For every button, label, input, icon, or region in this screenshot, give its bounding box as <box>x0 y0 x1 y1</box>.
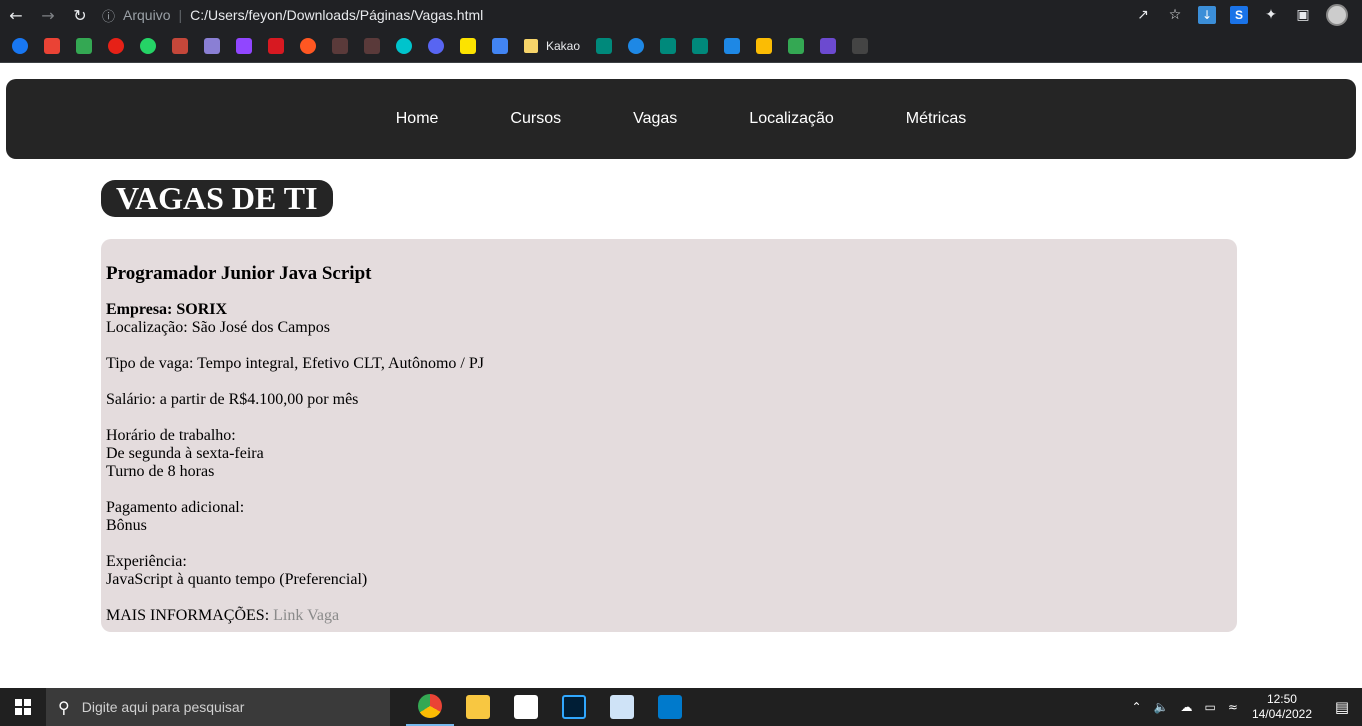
job-schedule-shift: Turno de 8 horas <box>106 463 215 480</box>
taskbar-app-explorer[interactable] <box>454 688 502 726</box>
nav-link-vagas[interactable]: Vagas <box>633 110 677 128</box>
job-location: Localização: São José dos Campos <box>106 319 330 336</box>
taskbar-app-store[interactable] <box>502 688 550 726</box>
store-icon <box>514 695 538 719</box>
cloud-error-icon[interactable]: ☁ <box>1181 700 1193 714</box>
clock-date: 14/04/2022 <box>1251 707 1312 721</box>
job-experience-label: Experiência: <box>106 553 187 570</box>
nav-link-metricas[interactable]: Métricas <box>906 110 966 128</box>
taskbar-search[interactable]: ⚲ Digite aqui para pesquisar <box>46 688 390 726</box>
job-title: Programador Junior Java Script <box>106 263 372 284</box>
youtube-bookmark-icon[interactable] <box>108 38 124 54</box>
gmail-bookmark-icon[interactable] <box>44 38 60 54</box>
taskbar-app-vscode[interactable] <box>646 688 694 726</box>
bookmark-folder-label: Kakao <box>546 39 581 53</box>
app-bookmark-icon[interactable] <box>172 38 188 54</box>
job-salary: Salário: a partir de R$4.100,00 por mês <box>106 391 359 408</box>
app-bookmark-icon[interactable] <box>596 38 613 54</box>
job-schedule-days: De segunda à sexta-feira <box>106 445 264 462</box>
browser-toolbar: ← → ↻ ⓘ Arquivo | C:/Users/feyon/Downloa… <box>0 0 1362 30</box>
twitch-bookmark-icon[interactable] <box>236 38 252 54</box>
nav-link-cursos[interactable]: Cursos <box>510 110 561 128</box>
address-bar[interactable]: ⓘ Arquivo | C:/Users/feyon/Downloads/Pág… <box>102 6 483 25</box>
download-extension-icon[interactable]: ↓ <box>1198 6 1216 24</box>
chevron-up-icon[interactable]: ⌃ <box>1132 700 1142 714</box>
app-bookmark-icon[interactable] <box>660 38 677 54</box>
taskbar-clock[interactable]: 12:50 14/04/2022 <box>1252 692 1312 722</box>
app-bookmark-icon[interactable] <box>204 38 220 54</box>
job-company: Empresa: SORIX <box>106 301 228 318</box>
nav-link-localizacao[interactable]: Localização <box>749 110 834 128</box>
info-icon[interactable]: ⓘ <box>102 6 115 25</box>
app-bookmark-icon[interactable] <box>364 38 380 54</box>
paint-icon <box>610 695 634 719</box>
job-schedule-label: Horário de trabalho: <box>106 427 236 444</box>
photoshop-icon <box>562 695 586 719</box>
vscode-icon <box>658 695 682 719</box>
side-panel-icon[interactable]: ▣ <box>1294 6 1312 24</box>
job-link[interactable]: Link Vaga <box>273 607 339 624</box>
share-icon[interactable]: ↗ <box>1134 6 1152 24</box>
bookmark-folder-kakao[interactable]: Kakao <box>524 39 580 53</box>
start-button[interactable] <box>0 688 46 726</box>
app-bookmark-icon[interactable] <box>460 38 476 54</box>
app-bookmark-icon[interactable] <box>756 38 773 54</box>
page-title: VAGAS DE TI <box>101 180 333 217</box>
forward-icon[interactable]: → <box>32 2 64 28</box>
whatsapp-bookmark-icon[interactable] <box>140 38 156 54</box>
taskbar-app-photoshop[interactable] <box>550 688 598 726</box>
reload-icon[interactable]: ↻ <box>64 2 96 28</box>
chrome-icon <box>418 694 442 718</box>
back-icon[interactable]: ← <box>0 2 32 28</box>
address-scheme-label: Arquivo <box>123 7 171 23</box>
bookmarks-bar: Kakao <box>0 30 1362 63</box>
windows-taskbar: ⚲ Digite aqui para pesquisar ⌃ 🔈 ☁ ▭ ≈ 1… <box>0 688 1362 726</box>
star-icon[interactable]: ☆ <box>1166 6 1184 24</box>
wifi-icon[interactable]: ≈ <box>1228 700 1238 714</box>
job-type: Tipo de vaga: Tempo integral, Efetivo CL… <box>106 355 484 372</box>
app-bookmark-icon[interactable] <box>692 38 709 54</box>
discord-bookmark-icon[interactable] <box>428 38 444 54</box>
app-bookmark-icon[interactable] <box>628 38 645 54</box>
job-bonus-label: Pagamento adicional: <box>106 499 245 516</box>
app-bookmark-icon[interactable] <box>852 38 869 54</box>
address-separator: | <box>178 7 183 23</box>
translate-bookmark-icon[interactable] <box>492 38 508 54</box>
more-info-label: MAIS INFORMAÇÕES: <box>106 607 270 624</box>
job-bonus-value: Bônus <box>106 517 147 534</box>
search-icon: ⚲ <box>58 697 70 717</box>
app-bookmark-icon[interactable] <box>724 38 741 54</box>
folder-icon <box>466 695 490 719</box>
s-extension-icon[interactable]: S <box>1230 6 1248 24</box>
page-viewport: Home Cursos Vagas Localização Métricas V… <box>0 63 1362 688</box>
volume-icon[interactable]: 🔈 <box>1154 700 1169 714</box>
job-card: Programador Junior Java Script Empresa: … <box>101 239 1237 632</box>
taskbar-app-chrome[interactable] <box>406 688 454 726</box>
battery-icon[interactable]: ▭ <box>1205 700 1216 714</box>
app-bookmark-icon[interactable] <box>820 38 837 54</box>
clock-time: 12:50 <box>1266 692 1297 706</box>
facebook-bookmark-icon[interactable] <box>12 38 28 54</box>
nav-link-home[interactable]: Home <box>396 110 439 128</box>
profile-avatar[interactable] <box>1326 4 1348 26</box>
job-experience-value: JavaScript à quanto tempo (Preferencial) <box>106 571 368 588</box>
folder-icon <box>524 39 538 53</box>
app-bookmark-icon[interactable] <box>332 38 348 54</box>
address-url[interactable]: C:/Users/feyon/Downloads/Páginas/Vagas.h… <box>190 7 483 23</box>
drive-bookmark-icon[interactable] <box>76 38 92 54</box>
site-navbar: Home Cursos Vagas Localização Métricas <box>6 79 1356 159</box>
windows-logo-icon <box>15 699 31 715</box>
drive-bookmark-icon[interactable] <box>788 38 805 54</box>
app-bookmark-icon[interactable] <box>268 38 284 54</box>
canva-bookmark-icon[interactable] <box>396 38 412 54</box>
notification-icon[interactable]: ▤ <box>1322 698 1362 716</box>
app-bookmark-icon[interactable] <box>300 38 316 54</box>
puzzle-extensions-icon[interactable]: ✦ <box>1262 6 1280 24</box>
taskbar-app-paint[interactable] <box>598 688 646 726</box>
taskbar-search-placeholder: Digite aqui para pesquisar <box>81 699 245 715</box>
